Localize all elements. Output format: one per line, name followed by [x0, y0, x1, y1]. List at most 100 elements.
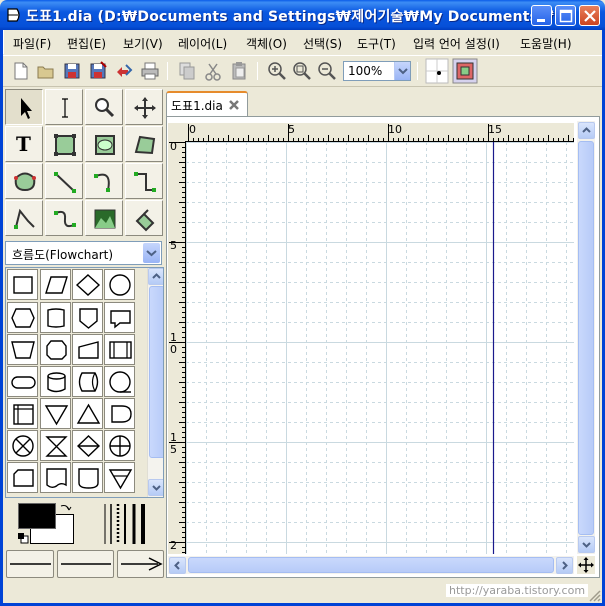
copy-button[interactable]	[176, 60, 198, 82]
shape-manual-input[interactable]	[72, 334, 103, 365]
shape-decision[interactable]	[72, 269, 103, 300]
menu-select[interactable]: 선택(S)	[303, 35, 342, 52]
canvas-horizontal-scrollbar[interactable]	[168, 556, 574, 574]
arc-tool[interactable]	[85, 163, 123, 199]
shape-punched-card[interactable]	[40, 302, 71, 333]
menu-input-method[interactable]: 입력 언어 설정(I)	[413, 35, 500, 52]
close-tab-icon[interactable]	[227, 98, 241, 112]
save-as-button[interactable]	[87, 60, 109, 82]
text-edit-tool[interactable]	[45, 89, 83, 125]
shape-collate[interactable]	[40, 430, 71, 461]
menu-object[interactable]: 객체(O)	[246, 35, 287, 52]
menu-layer[interactable]: 레이어(L)	[178, 35, 227, 52]
line-style-button[interactable]	[57, 550, 114, 578]
line-tool[interactable]	[45, 163, 83, 199]
close-button[interactable]	[579, 5, 600, 26]
text-tool[interactable]: T	[5, 126, 43, 162]
polyline-tool[interactable]	[5, 200, 43, 236]
shape-or[interactable]	[104, 430, 135, 461]
scroll-right-button[interactable]	[556, 557, 573, 574]
magnify-tool[interactable]	[85, 89, 123, 125]
minimize-button[interactable]	[531, 5, 552, 26]
zoom-out-button[interactable]	[316, 60, 338, 82]
shape-card[interactable]	[7, 462, 38, 493]
cut-button[interactable]	[202, 60, 224, 82]
shape-process[interactable]	[7, 269, 38, 300]
start-arrow-button[interactable]	[6, 550, 54, 578]
shape-summing-junction[interactable]	[7, 430, 38, 461]
outline-tool[interactable]	[125, 200, 163, 236]
line-width-icon[interactable]	[101, 502, 151, 546]
print-button[interactable]	[139, 60, 161, 82]
shape-manual-operation[interactable]	[7, 334, 38, 365]
shape-document[interactable]	[40, 462, 71, 493]
title-bar[interactable]: 도표1.dia (D:₩Documents and Settings₩제어기술₩…	[0, 0, 605, 30]
shape-merge[interactable]	[40, 398, 71, 429]
box-tool[interactable]	[45, 126, 83, 162]
shape-data[interactable]	[40, 269, 71, 300]
sheet-dropdown-button[interactable]	[143, 243, 160, 263]
zoom-combo[interactable]: 100%	[343, 61, 411, 81]
zigzag-line-tool[interactable]	[125, 163, 163, 199]
bezier-line-tool[interactable]	[45, 200, 83, 236]
shape-magnetic-disk[interactable]	[40, 366, 71, 397]
open-button[interactable]	[35, 60, 57, 82]
snap-to-grid-button[interactable]	[425, 58, 449, 84]
pointer-tool[interactable]	[5, 89, 43, 125]
menu-view[interactable]: 보기(V)	[123, 35, 163, 52]
shape-merge-2[interactable]	[104, 462, 135, 493]
shape-connector[interactable]	[104, 269, 135, 300]
polygon-tool[interactable]	[125, 126, 163, 162]
shape-terminal[interactable]	[104, 302, 135, 333]
line-style-icon	[61, 563, 111, 565]
scroll-up-button[interactable]	[578, 122, 595, 139]
save-button[interactable]	[61, 60, 83, 82]
scroll-tool[interactable]	[125, 89, 163, 125]
maximize-button[interactable]	[555, 5, 576, 26]
menu-file[interactable]: 파일(F)	[13, 35, 51, 52]
zoom-fit-button[interactable]	[291, 60, 313, 82]
paste-button[interactable]	[228, 60, 250, 82]
image-tool[interactable]	[85, 200, 123, 236]
shapes-scrollbar[interactable]	[147, 268, 163, 497]
canvas-vertical-thumb[interactable]	[578, 141, 594, 535]
menu-tools[interactable]: 도구(T)	[357, 35, 396, 52]
resize-grip-icon[interactable]	[587, 588, 601, 602]
shape-sequential-data[interactable]	[104, 366, 135, 397]
tab-diagram-1[interactable]: 도표1.dia	[166, 91, 248, 116]
shape-extract[interactable]	[72, 398, 103, 429]
swap-colors-icon[interactable]	[59, 502, 73, 516]
diagram-canvas[interactable]	[186, 142, 574, 554]
shape-loop-limit[interactable]	[40, 334, 71, 365]
shape-offpage-connector[interactable]	[72, 302, 103, 333]
canvas-vertical-scrollbar[interactable]	[577, 121, 595, 554]
canvas-horizontal-thumb[interactable]	[188, 557, 554, 573]
ellipse-tool[interactable]	[85, 126, 123, 162]
scroll-down-button[interactable]	[578, 536, 595, 553]
scroll-down-button[interactable]	[148, 479, 163, 496]
shape-terminator[interactable]	[7, 366, 38, 397]
shape-offline-storage[interactable]	[72, 462, 103, 493]
foreground-color-swatch[interactable]	[18, 503, 56, 529]
shape-preparation[interactable]	[7, 302, 38, 333]
beziergon-tool[interactable]	[5, 163, 43, 199]
navigation-button[interactable]	[577, 556, 595, 574]
shape-predefined-process[interactable]	[104, 334, 135, 365]
shape-delay[interactable]	[104, 398, 135, 429]
shape-direct-access[interactable]	[72, 366, 103, 397]
zoom-in-button[interactable]	[266, 60, 288, 82]
zoom-dropdown-button[interactable]	[394, 62, 410, 80]
scroll-up-button[interactable]	[148, 268, 163, 285]
sheet-selector[interactable]: 흐름도(Flowchart)	[5, 241, 162, 265]
new-button[interactable]	[10, 60, 32, 82]
scroll-left-button[interactable]	[169, 557, 186, 574]
end-arrow-button[interactable]	[117, 550, 164, 578]
menu-edit[interactable]: 편집(E)	[67, 35, 106, 52]
export-button[interactable]	[113, 60, 135, 82]
default-colors-icon[interactable]	[17, 532, 29, 544]
menu-help[interactable]: 도움말(H)	[520, 35, 572, 52]
shape-sort[interactable]	[72, 430, 103, 461]
show-connection-points-button[interactable]	[452, 58, 478, 84]
shapes-scroll-thumb[interactable]	[149, 286, 163, 458]
shape-internal-storage[interactable]	[7, 398, 38, 429]
